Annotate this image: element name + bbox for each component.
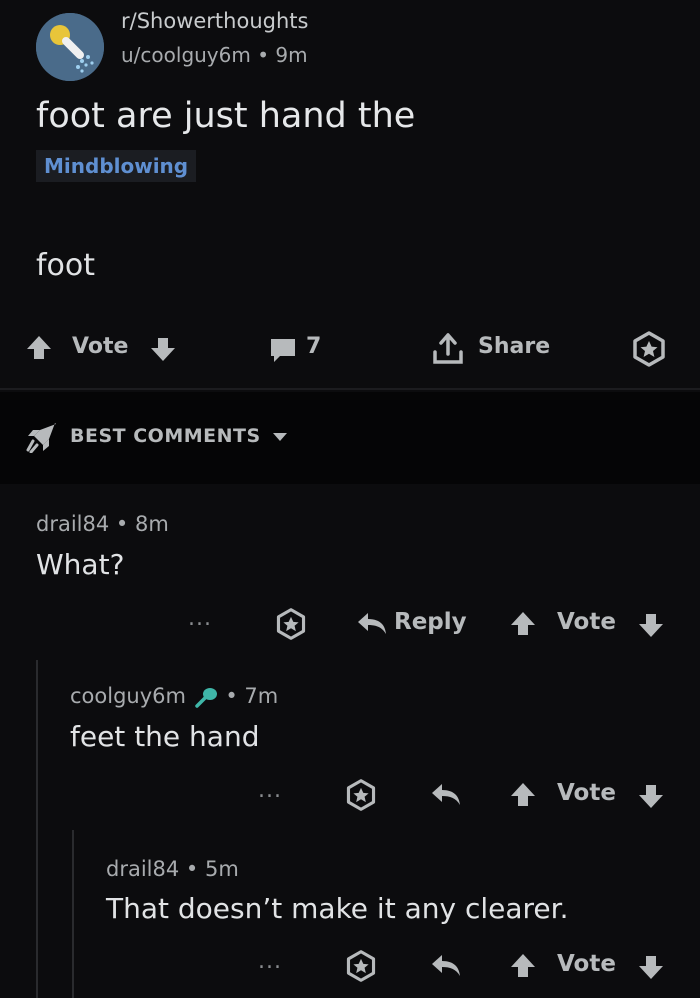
meta-separator: • xyxy=(225,684,238,708)
upvote-icon xyxy=(27,336,51,359)
meta-separator: • xyxy=(115,512,129,536)
post-age: 9m xyxy=(275,43,308,67)
meta-separator: • xyxy=(185,857,199,881)
comment-icon xyxy=(271,339,295,362)
chevron-down-icon xyxy=(272,432,287,441)
comment-body: What? xyxy=(36,548,125,581)
more-options-button[interactable]: ... xyxy=(188,606,212,631)
comment-vote-label: Vote xyxy=(557,780,616,806)
divider xyxy=(0,388,700,390)
comment-award-button[interactable] xyxy=(344,778,378,812)
upvote-icon xyxy=(511,612,535,635)
comment-award-button[interactable] xyxy=(274,607,308,641)
comment-downvote-button[interactable] xyxy=(636,781,666,811)
post-meta: u/coolguy6m • 9m xyxy=(121,43,308,67)
post-flair[interactable]: Mindblowing xyxy=(36,150,197,182)
comment-downvote-button[interactable] xyxy=(636,952,666,982)
award-icon xyxy=(346,950,376,982)
comment-author[interactable]: drail84 xyxy=(106,857,179,881)
mic-icon xyxy=(194,688,217,708)
reply-button[interactable]: Reply xyxy=(394,609,467,635)
reply-button[interactable] xyxy=(430,782,462,808)
post-author[interactable]: u/coolguy6m xyxy=(121,43,251,67)
downvote-icon xyxy=(639,614,663,637)
post-downvote-button[interactable] xyxy=(148,334,178,364)
comment-award-button[interactable] xyxy=(344,949,378,983)
comment-meta: drail84 • 5m xyxy=(106,857,239,881)
comment-meta: coolguy6m • 7m xyxy=(70,684,278,708)
comment-author-op[interactable]: coolguy6m xyxy=(70,684,186,708)
comment-upvote-button[interactable] xyxy=(508,608,538,638)
rocket-icon xyxy=(26,421,60,453)
award-icon xyxy=(276,608,306,640)
subreddit-name[interactable]: r/Showerthoughts xyxy=(121,9,308,33)
comment-author[interactable]: drail84 xyxy=(36,512,109,536)
comment-meta: drail84 • 8m xyxy=(36,512,169,536)
comment-body: That doesn’t make it any clearer. xyxy=(106,892,569,925)
comment-count[interactable]: 7 xyxy=(306,334,321,359)
upvote-icon xyxy=(511,783,535,806)
sort-label: BEST COMMENTS xyxy=(70,425,261,447)
reply-icon xyxy=(432,784,460,805)
upvote-icon xyxy=(511,954,535,977)
more-options-button[interactable]: ... xyxy=(258,949,282,974)
comment-vote-label: Vote xyxy=(557,951,616,977)
comment-age: 7m xyxy=(244,684,279,708)
downvote-icon xyxy=(639,956,663,979)
reply-icon xyxy=(432,955,460,976)
post-title: foot are just hand the xyxy=(36,96,416,136)
post-body: foot xyxy=(36,248,96,283)
downvote-icon xyxy=(639,785,663,808)
post-vote-label: Vote xyxy=(72,334,129,359)
meta-separator: • xyxy=(257,43,270,67)
comment-upvote-button[interactable] xyxy=(508,779,538,809)
award-icon xyxy=(346,779,376,811)
comment-upvote-button[interactable] xyxy=(508,950,538,980)
reply-button[interactable] xyxy=(430,953,462,979)
post-award-button[interactable] xyxy=(630,330,668,368)
comment-body: feet the hand xyxy=(70,720,260,753)
thread-line[interactable] xyxy=(72,830,74,998)
downvote-icon xyxy=(151,338,175,361)
comment-downvote-button[interactable] xyxy=(636,610,666,640)
comment-age: 8m xyxy=(135,512,169,536)
share-icon xyxy=(433,333,463,364)
sort-dropdown[interactable]: BEST COMMENTS xyxy=(70,425,288,447)
reply-icon[interactable] xyxy=(356,611,388,637)
comments-button[interactable] xyxy=(268,336,298,364)
subreddit-avatar-icon[interactable] xyxy=(36,13,104,81)
award-icon xyxy=(633,331,665,367)
comment-age: 5m xyxy=(205,857,239,881)
share-button-icon[interactable] xyxy=(430,332,466,366)
share-button[interactable]: Share xyxy=(478,334,550,359)
more-options-button[interactable]: ... xyxy=(258,778,282,803)
comment-vote-label: Vote xyxy=(557,609,616,635)
post-upvote-button[interactable] xyxy=(24,332,54,362)
thread-line[interactable] xyxy=(36,660,38,998)
